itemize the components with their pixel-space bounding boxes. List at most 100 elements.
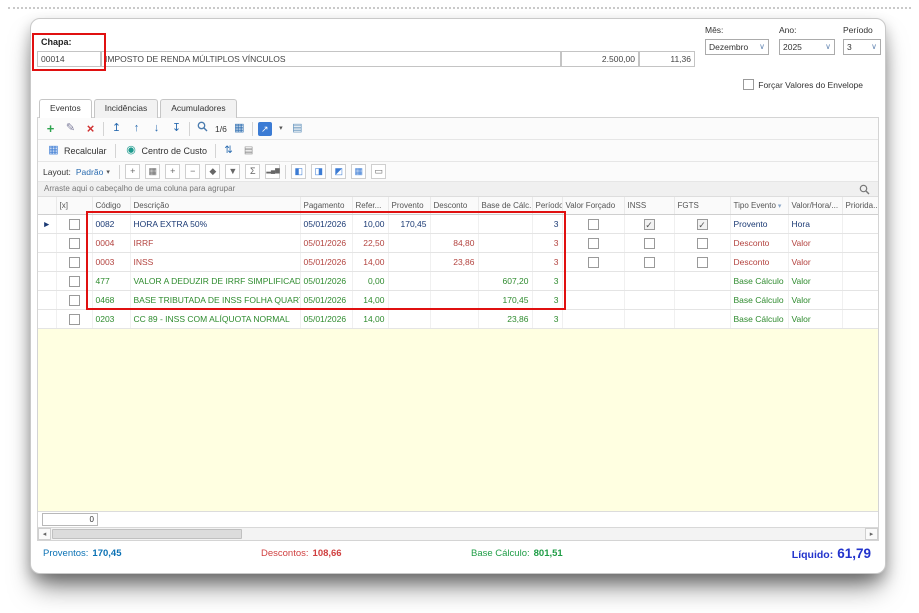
report-icon[interactable]: ▤ [290, 121, 305, 136]
chapa-field[interactable]: 00014 [37, 51, 101, 67]
payroll-envelope-window: Chapa: 00014 IMPOSTO DE RENDA MÚLTIPLOS … [30, 18, 886, 574]
fgts-checkbox[interactable] [696, 237, 708, 249]
cell-valor_forcado [562, 214, 625, 234]
row-select-checkbox[interactable] [68, 218, 80, 230]
best-fit-icon[interactable]: ▦ [145, 164, 161, 179]
column-header-desconto[interactable]: Desconto [430, 197, 479, 215]
panel-right-icon[interactable]: ◨ [311, 164, 327, 179]
cell-inss [624, 290, 675, 310]
ano-select[interactable]: 2025 ∨ [779, 39, 835, 55]
table-row[interactable]: 0203 CC 89 - INSS COM ALÍQUOTA NORMAL 05/0… [38, 309, 878, 329]
column-header-refer[interactable]: Refer... [352, 197, 389, 215]
next-record-button[interactable]: ↓ [149, 121, 164, 136]
previous-record-button[interactable]: ↑ [129, 121, 144, 136]
cell-tipo_evento: Provento [730, 214, 789, 234]
column-header-inss[interactable]: INSS [624, 197, 675, 215]
horizontal-scrollbar[interactable]: ◂ ▸ [38, 527, 878, 540]
tab-eventos[interactable]: Eventos [39, 99, 92, 118]
table-row[interactable]: 0468BASE TRIBUTADA DE INSS FOLHA QUARTA … [38, 290, 878, 310]
employee-name-field[interactable]: IMPOSTO DE RENDA MÚLTIPLOS VÍNCULOS [101, 51, 561, 67]
cell-desconto [430, 309, 479, 329]
delete-button[interactable]: × [83, 121, 98, 136]
column-header-fgts[interactable]: FGTS [674, 197, 731, 215]
scrollbar-thumb[interactable] [52, 529, 242, 539]
add-group-icon[interactable]: + [165, 164, 181, 179]
column-header-base[interactable]: Base de Cálc. [478, 197, 533, 215]
table-row[interactable]: 0004 IRRF 05/01/2026 22,50 84,80 3 Desconto Val… [38, 233, 878, 253]
filter-icon[interactable]: ▼ [225, 164, 241, 179]
column-header-prioridade[interactable]: Priorida... [842, 197, 878, 215]
scroll-right-arrow[interactable]: ▸ [865, 528, 878, 540]
row-select-checkbox[interactable] [68, 313, 80, 325]
recalcular-button[interactable]: ▦ Recalcular [43, 143, 110, 158]
divider [189, 121, 190, 136]
scroll-left-arrow[interactable]: ◂ [38, 528, 51, 540]
valor_forcado-checkbox[interactable] [587, 237, 599, 249]
column-header-check[interactable]: [x] [56, 197, 93, 215]
sort-icon[interactable]: ⇅ [221, 143, 236, 158]
collapse-all-icon[interactable]: − [185, 164, 201, 179]
grid-view-icon[interactable]: ▦ [232, 121, 247, 136]
inss-checkbox[interactable] [643, 237, 655, 249]
export-dropdown-caret[interactable]: ▾ [277, 121, 285, 136]
inss-checkbox[interactable] [643, 256, 655, 268]
fgts-checkbox[interactable]: ✓ [696, 218, 708, 230]
grid-toolbar: + ✎ × ↥ ↑ ↓ ↧ 1/6 ▦ ↗ ▾ ▤ [38, 118, 878, 140]
summary-icon[interactable]: ▤ [241, 143, 256, 158]
column-header-valor_hora[interactable]: Valor/Hora/... [788, 197, 843, 215]
salary-field[interactable]: 2.500,00 [561, 51, 639, 67]
valor_forcado-checkbox[interactable] [587, 218, 599, 230]
valor_forcado-checkbox[interactable] [587, 256, 599, 268]
row-select-checkbox[interactable] [68, 275, 80, 287]
cell-descricao: HORA EXTRA 50% [130, 214, 301, 234]
cell-check [56, 290, 93, 310]
row-select-checkbox[interactable] [68, 256, 80, 268]
first-record-button[interactable]: ↥ [109, 121, 124, 136]
forcar-valores-checkbox[interactable] [743, 79, 755, 90]
add-button[interactable]: + [43, 121, 58, 136]
centro-custo-button[interactable]: ◉ Centro de Custo [121, 143, 211, 158]
periodo-select[interactable]: 3 ∨ [843, 39, 881, 55]
last-record-button[interactable]: ↧ [169, 121, 184, 136]
chart-icon[interactable]: ▂▄▆ [265, 164, 281, 179]
search-icon[interactable] [195, 121, 210, 136]
row-select-checkbox[interactable] [68, 294, 80, 306]
summary-sigma-icon[interactable]: Σ [245, 164, 261, 179]
panel-grid-icon[interactable]: ▦ [351, 164, 367, 179]
table-row[interactable]: 0003 INSS 05/01/2026 14,00 23,86 3 Desconto Val… [38, 252, 878, 272]
export-button[interactable]: ↗ [257, 121, 272, 136]
pin-column-icon[interactable]: ◆ [205, 164, 221, 179]
cell-valor_forcado [562, 271, 625, 291]
group-by-bar[interactable]: Arraste aqui o cabeçalho de uma coluna p… [38, 182, 878, 197]
column-header-tipo_evento[interactable]: Tipo Evento ▾ [730, 197, 789, 215]
panel-left-icon[interactable]: ◧ [291, 164, 307, 179]
footer-toggle-icon[interactable]: ▭ [371, 164, 387, 179]
layout-select[interactable]: Padrão ▾ [76, 167, 114, 177]
column-header-periodo[interactable]: Período [532, 197, 563, 215]
column-header-descricao[interactable]: Descrição [130, 197, 301, 215]
inss-checkbox[interactable]: ✓ [643, 218, 655, 230]
cell-prioridade [842, 252, 878, 272]
table-row[interactable]: 477VALOR A DEDUZIR DE IRRF SIMPLIFICADO … [38, 271, 878, 291]
expand-all-icon[interactable]: + [125, 164, 141, 179]
column-header-pagamento[interactable]: Pagamento [300, 197, 353, 215]
rate-field[interactable]: 11,36 [639, 51, 695, 67]
panel-top-icon[interactable]: ◩ [331, 164, 347, 179]
filter-icon[interactable]: ▾ [778, 203, 782, 210]
cell-periodo: 3 [532, 252, 563, 272]
fgts-checkbox[interactable] [696, 256, 708, 268]
group-by-hint: Arraste aqui o cabeçalho de uma coluna p… [44, 184, 236, 193]
table-row[interactable]: ► 0082 HORA EXTRA 50% 05/01/2026 10,00 170,45… [38, 214, 878, 234]
tab-incidencias[interactable]: Incidências [93, 99, 159, 118]
mes-select[interactable]: Dezembro ∨ [705, 39, 769, 55]
row-select-checkbox[interactable] [68, 237, 80, 249]
cell-desconto: 84,80 [430, 233, 479, 253]
column-header-valor_forcado[interactable]: Valor Forçado [562, 197, 625, 215]
edit-button[interactable]: ✎ [63, 121, 78, 136]
column-header-codigo[interactable]: Código [92, 197, 131, 215]
base-calculo-value: 801,51 [533, 548, 563, 559]
tab-acumuladores[interactable]: Acumuladores [160, 99, 237, 118]
cell-pagamento: 05/01/2026 [300, 271, 353, 291]
column-header-provento[interactable]: Provento [388, 197, 431, 215]
proventos-label: Proventos: [43, 548, 89, 559]
